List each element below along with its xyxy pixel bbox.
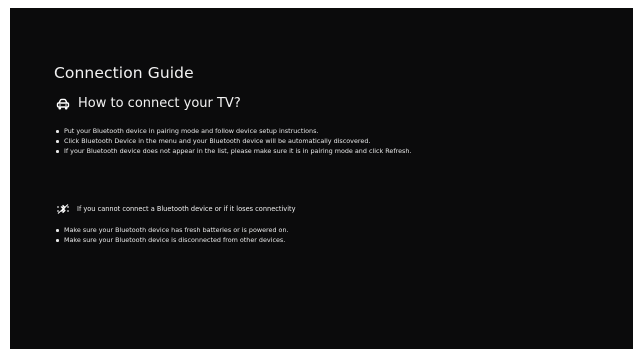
how-to-list: Put your Bluetooth device in pairing mod… [55, 126, 464, 156]
car-icon [56, 98, 70, 110]
troubleshoot-list: Make sure your Bluetooth device has fres… [55, 225, 464, 245]
list-item: Click Bluetooth Device in the menu and y… [55, 136, 464, 146]
list-item: Make sure your Bluetooth device has fres… [55, 225, 464, 235]
list-item: Put your Bluetooth device in pairing mod… [55, 126, 464, 136]
how-to-heading: How to connect your TV? [56, 96, 241, 111]
page-title: Connection Guide [54, 64, 194, 82]
list-item: Make sure your Bluetooth device is disco… [55, 235, 464, 245]
connection-guide-screen: Connection Guide How to connect your TV?… [10, 8, 633, 349]
troubleshoot-heading: If you cannot connect a Bluetooth device… [56, 204, 296, 214]
bluetooth-off-icon [56, 204, 70, 214]
how-to-heading-label: How to connect your TV? [78, 96, 241, 111]
troubleshoot-heading-label: If you cannot connect a Bluetooth device… [77, 205, 296, 213]
list-item: If your Bluetooth device does not appear… [55, 146, 464, 156]
